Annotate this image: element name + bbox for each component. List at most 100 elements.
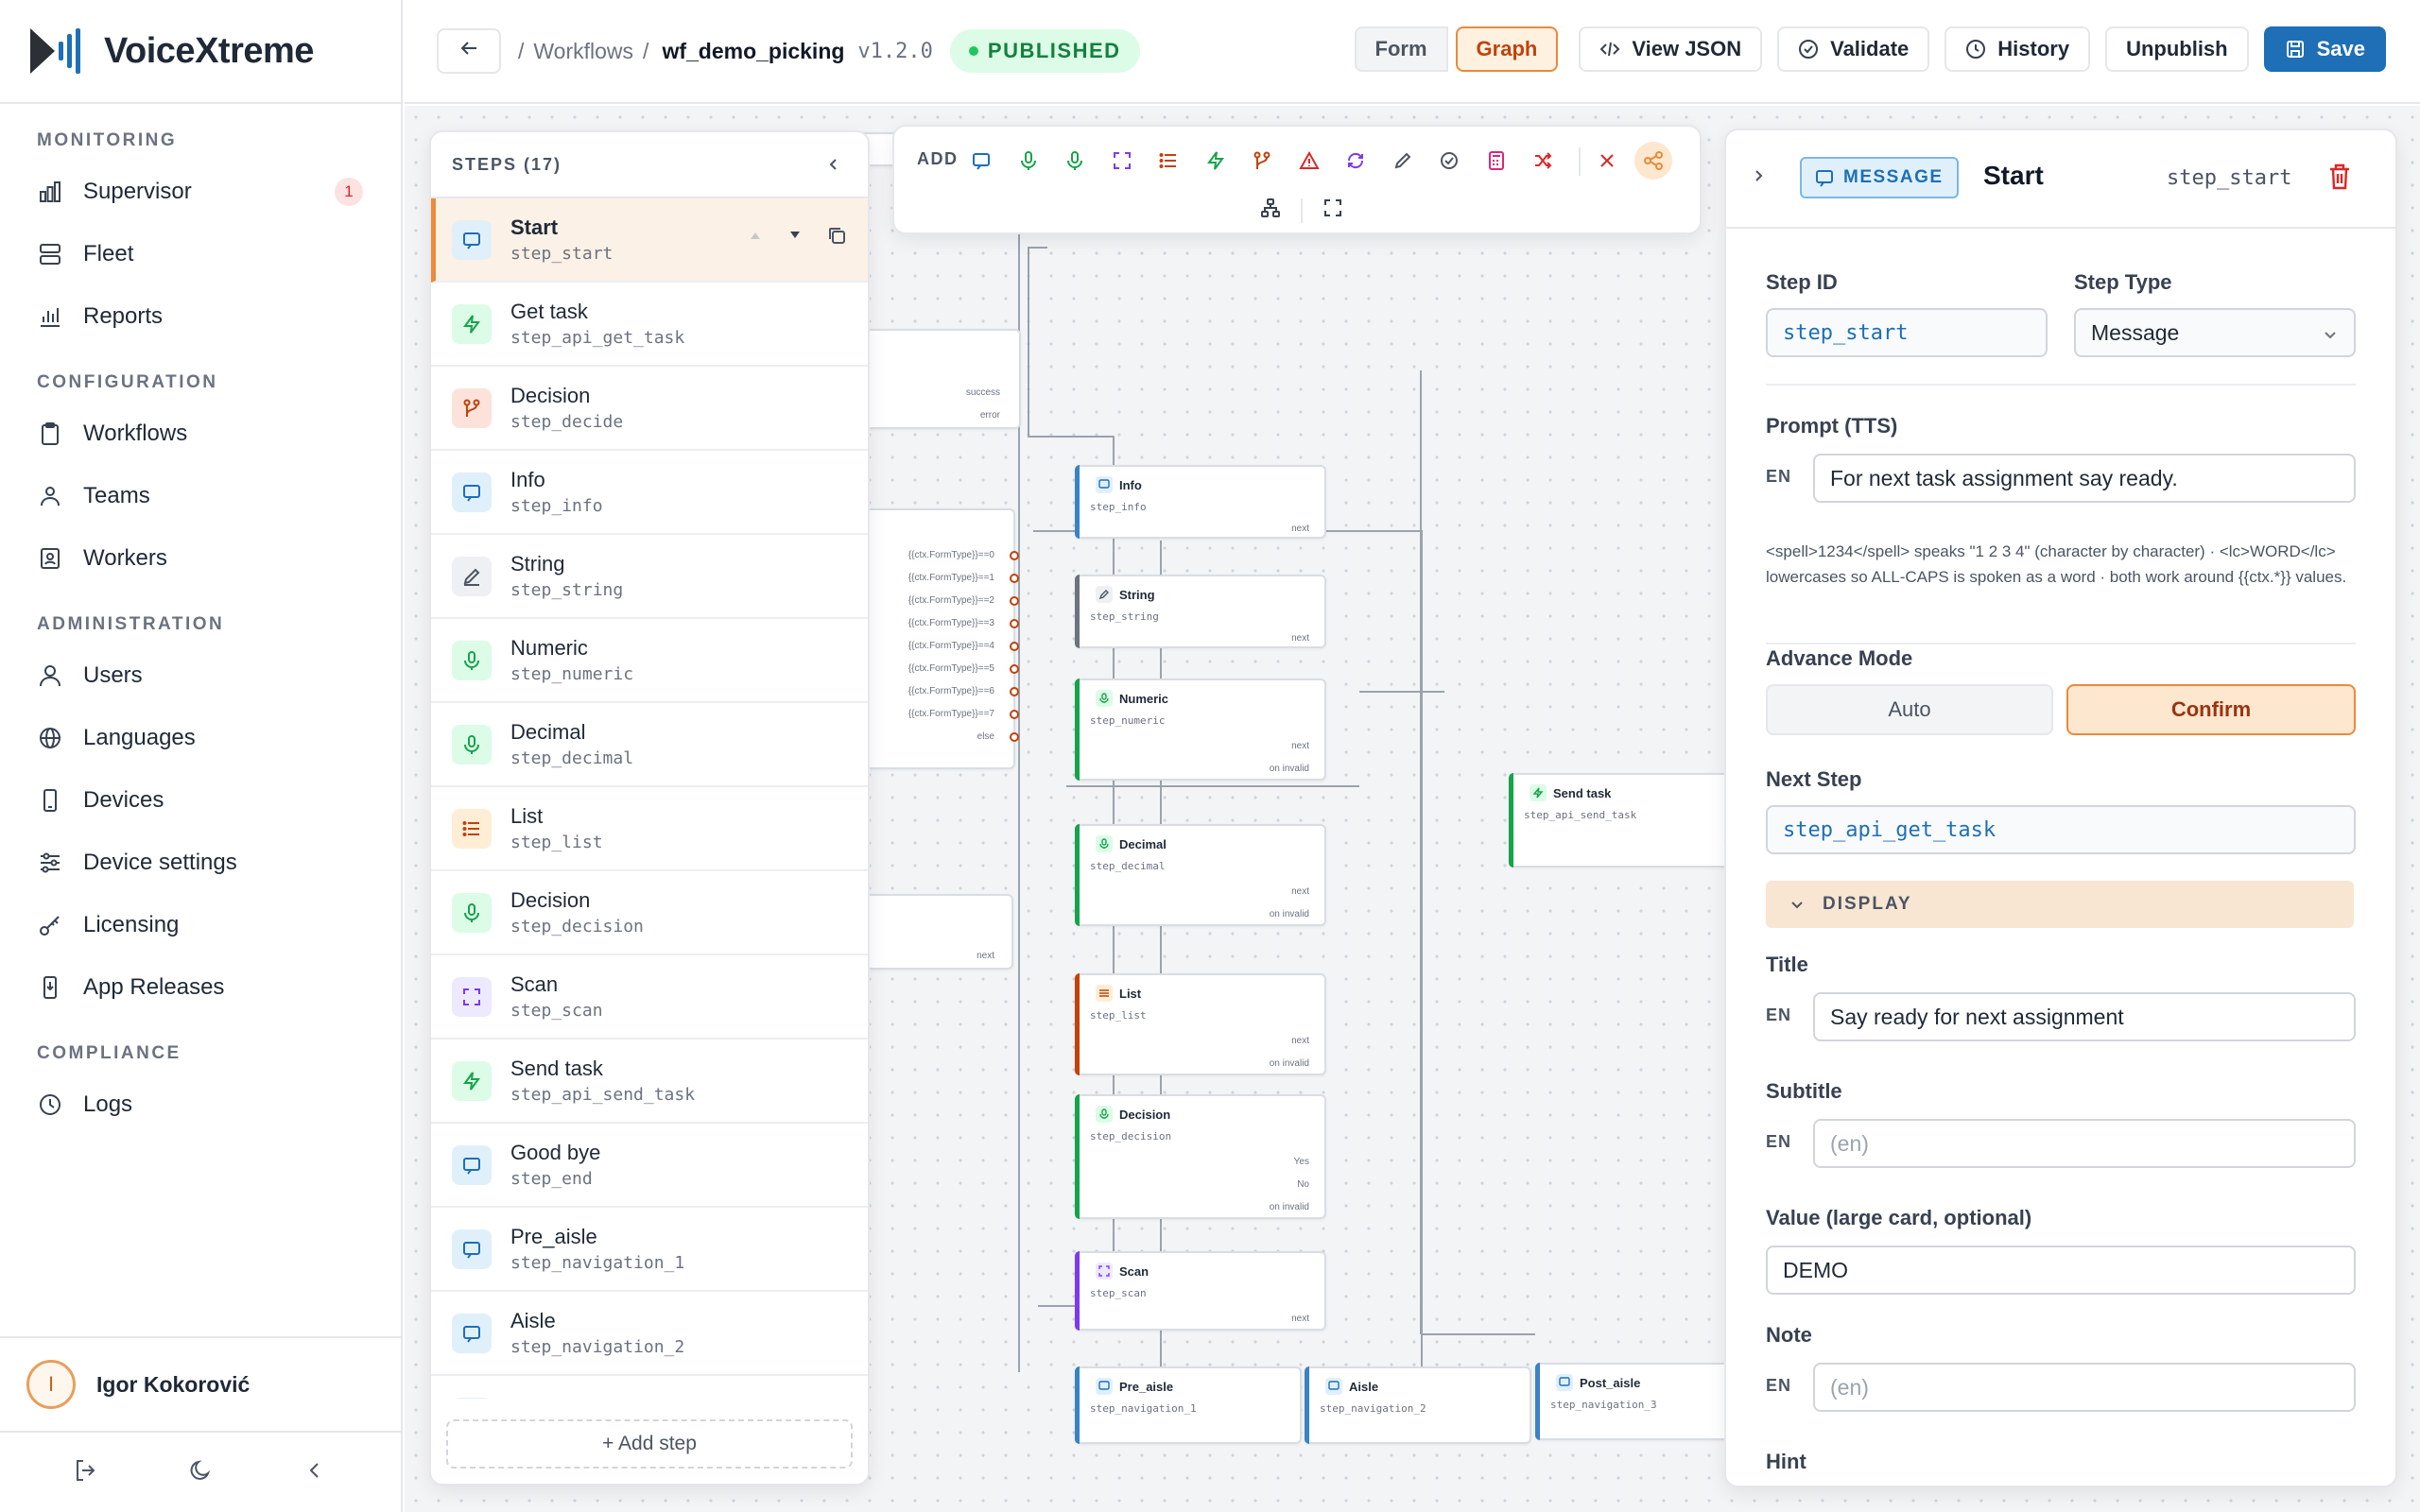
sidebar-item-languages[interactable]: Languages bbox=[0, 707, 401, 769]
add-microphone-button[interactable] bbox=[1056, 142, 1094, 180]
sidebar-item-users[interactable]: Users bbox=[0, 644, 401, 707]
move-down-icon[interactable] bbox=[786, 227, 804, 249]
list-item[interactable]: Scan step_scan bbox=[431, 955, 868, 1040]
graph-node-send-task[interactable]: Send task step_api_send_task su bbox=[1509, 773, 1736, 868]
history-button[interactable]: History bbox=[1945, 26, 2091, 72]
fit-view-button[interactable] bbox=[1314, 189, 1352, 227]
back-button[interactable] bbox=[437, 28, 501, 74]
note-input[interactable]: (en) bbox=[1813, 1363, 2356, 1412]
step-id: step_navigation_2 bbox=[510, 1337, 685, 1357]
step-name: Start bbox=[510, 215, 559, 239]
arrow-left-icon bbox=[458, 37, 480, 65]
add-close-button[interactable] bbox=[1588, 142, 1626, 180]
list-item[interactable]: Good bye step_end bbox=[431, 1124, 868, 1208]
sidebar-item-licensing[interactable]: Licensing bbox=[0, 894, 401, 956]
graph-node-info[interactable]: Info step_info next bbox=[1075, 465, 1326, 539]
trash-icon[interactable] bbox=[2327, 163, 2352, 196]
add-check-circle-button[interactable] bbox=[1430, 142, 1468, 180]
collapse-panel-icon[interactable] bbox=[824, 155, 843, 179]
tab-graph[interactable]: Graph bbox=[1455, 26, 1559, 72]
add-list-button[interactable] bbox=[1150, 142, 1187, 180]
microphone-icon bbox=[1096, 1106, 1113, 1123]
port-dot-icon[interactable] bbox=[1010, 574, 1019, 583]
add-loop-button[interactable] bbox=[1337, 142, 1374, 180]
list-item[interactable]: Decision step_decision bbox=[431, 871, 868, 955]
moon-icon[interactable] bbox=[187, 1457, 214, 1488]
display-section-toggle[interactable]: DISPLAY bbox=[1766, 881, 2354, 928]
breadcrumb-workflows[interactable]: Workflows bbox=[533, 39, 633, 64]
graph-node-aisle[interactable]: Aisle step_navigation_2 bbox=[1305, 1366, 1531, 1444]
port-dot-icon[interactable] bbox=[1010, 619, 1019, 628]
list-item[interactable]: Aisle step_navigation_2 bbox=[431, 1292, 868, 1376]
sidebar-item-reports[interactable]: Reports bbox=[0, 285, 401, 348]
sidebar-item-logs[interactable]: Logs bbox=[0, 1074, 401, 1136]
advance-mode-confirm[interactable]: Confirm bbox=[2066, 684, 2356, 735]
sidebar-item-workers[interactable]: Workers bbox=[0, 527, 401, 590]
sidebar-item-app-releases[interactable]: App Releases bbox=[0, 956, 401, 1019]
advance-mode-auto[interactable]: Auto bbox=[1766, 684, 2053, 735]
add-branch-button[interactable] bbox=[1243, 142, 1281, 180]
add-network-button[interactable] bbox=[1634, 142, 1672, 180]
add-message-button[interactable] bbox=[962, 142, 1000, 180]
sidebar-item-teams[interactable]: Teams bbox=[0, 465, 401, 527]
sidebar-item-device-settings[interactable]: Device settings bbox=[0, 832, 401, 894]
graph-node-pre-aisle[interactable]: Pre_aisle step_navigation_1 bbox=[1075, 1366, 1302, 1444]
port-dot-icon[interactable] bbox=[1010, 551, 1019, 560]
sidebar-item-supervisor[interactable]: Supervisor 1 bbox=[0, 161, 401, 223]
list-item[interactable]: Info step_info bbox=[431, 451, 868, 535]
graph-node-decimal[interactable]: Decimal step_decimal next on invalid bbox=[1075, 824, 1326, 926]
list-item[interactable]: Start step_start bbox=[431, 198, 868, 283]
add-lightning-button[interactable] bbox=[1197, 142, 1235, 180]
move-up-icon[interactable] bbox=[747, 227, 764, 249]
add-warning-button[interactable] bbox=[1290, 142, 1328, 180]
save-button[interactable]: Save bbox=[2263, 26, 2386, 72]
graph-node-numeric[interactable]: Numeric step_numeric next on invalid bbox=[1075, 679, 1326, 781]
duplicate-icon[interactable] bbox=[826, 225, 847, 250]
value-input[interactable]: DEMO bbox=[1766, 1246, 2356, 1295]
tab-form[interactable]: Form bbox=[1354, 26, 1448, 72]
add-edit-button[interactable] bbox=[1384, 142, 1422, 180]
subtitle-input[interactable]: (en) bbox=[1813, 1119, 2356, 1168]
next-step-field[interactable]: step_api_get_task bbox=[1766, 805, 2356, 854]
port-dot-icon[interactable] bbox=[1010, 664, 1019, 674]
add-shuffle-button[interactable] bbox=[1524, 142, 1562, 180]
list-item[interactable]: Send task step_api_send_task bbox=[431, 1040, 868, 1124]
list-item[interactable]: String step_string bbox=[431, 535, 868, 619]
expand-panel-icon[interactable] bbox=[1749, 166, 1768, 190]
list-item[interactable]: Get task step_api_get_task bbox=[431, 283, 868, 367]
port-dot-icon[interactable] bbox=[1010, 732, 1019, 742]
add-calculator-button[interactable] bbox=[1478, 142, 1515, 180]
step-type-select[interactable]: Message bbox=[2074, 308, 2356, 357]
prompt-input[interactable]: For next task assignment say ready. bbox=[1813, 454, 2356, 503]
sidebar-item-fleet[interactable]: Fleet bbox=[0, 223, 401, 285]
graph-node-list[interactable]: List step_list next on invalid bbox=[1075, 973, 1326, 1075]
validate-button[interactable]: Validate bbox=[1777, 26, 1930, 72]
graph-node-scan[interactable]: Scan step_scan next bbox=[1075, 1251, 1326, 1331]
collapse-sidebar-icon[interactable] bbox=[302, 1457, 328, 1488]
logout-icon[interactable] bbox=[73, 1457, 99, 1488]
list-item[interactable]: Decimal step_decimal bbox=[431, 703, 868, 787]
port-dot-icon[interactable] bbox=[1010, 687, 1019, 696]
view-json-button[interactable]: View JSON bbox=[1579, 26, 1763, 72]
sidebar-item-workflows[interactable]: Workflows bbox=[0, 403, 401, 465]
add-microphone-button[interactable] bbox=[1010, 142, 1047, 180]
user-profile[interactable]: I Igor Kokorović bbox=[0, 1336, 401, 1431]
port-dot-icon[interactable] bbox=[1010, 710, 1019, 719]
port-dot-icon[interactable] bbox=[1010, 596, 1019, 606]
auto-layout-button[interactable] bbox=[1252, 189, 1289, 227]
step-id-field[interactable]: step_start bbox=[1766, 308, 2048, 357]
add-step-button[interactable]: + Add step bbox=[446, 1419, 853, 1469]
list-item[interactable]: Decision step_decide bbox=[431, 367, 868, 451]
add-scan-button[interactable] bbox=[1103, 142, 1141, 180]
graph-node-string[interactable]: String step_string next bbox=[1075, 575, 1326, 648]
sidebar-item-devices[interactable]: Devices bbox=[0, 769, 401, 832]
list-item[interactable]: List step_list bbox=[431, 787, 868, 871]
list-item[interactable]: Numeric step_numeric bbox=[431, 619, 868, 703]
unpublish-button[interactable]: Unpublish bbox=[2105, 26, 2249, 72]
logo[interactable]: VoiceXtreme bbox=[0, 0, 401, 104]
title-input[interactable]: Say ready for next assignment bbox=[1813, 992, 2356, 1041]
port-dot-icon[interactable] bbox=[1010, 642, 1019, 651]
list-item[interactable]: Post_aisle bbox=[431, 1376, 868, 1399]
graph-node-decision[interactable]: Decision step_decision Yes No on invalid bbox=[1075, 1094, 1326, 1219]
list-item[interactable]: Pre_aisle step_navigation_1 bbox=[431, 1208, 868, 1292]
